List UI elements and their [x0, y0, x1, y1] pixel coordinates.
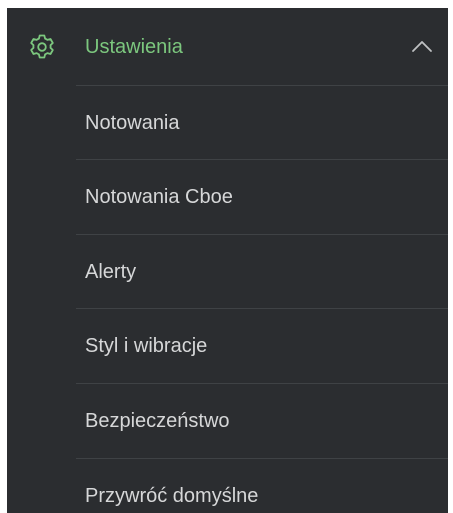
menu-item-label: Alerty — [85, 261, 137, 283]
settings-menu-panel: Ustawienia Notowania Notowania Cboe Aler… — [7, 8, 448, 513]
menu-item-bezpieczenstwo[interactable]: Bezpieczeństwo — [7, 384, 448, 458]
settings-section-title: Ustawienia — [85, 36, 183, 58]
chevron-up-icon[interactable] — [411, 39, 433, 53]
menu-item-label: Bezpieczeństwo — [85, 410, 230, 432]
menu-item-label: Przywróć domyślne — [85, 485, 259, 507]
menu-item-label: Notowania — [85, 112, 180, 134]
menu-item-notowania[interactable]: Notowania — [7, 86, 448, 160]
menu-item-label: Styl i wibracje — [85, 335, 208, 357]
settings-section-header[interactable]: Ustawienia — [7, 8, 448, 86]
menu-item-styl-i-wibracje[interactable]: Styl i wibracje — [7, 309, 448, 383]
menu-item-label: Notowania Cboe — [85, 186, 233, 208]
gear-icon — [27, 32, 57, 62]
menu-item-przywroc-domyslne[interactable]: Przywróć domyślne — [7, 459, 448, 513]
menu-item-alerty[interactable]: Alerty — [7, 235, 448, 309]
menu-item-notowania-cboe[interactable]: Notowania Cboe — [7, 160, 448, 234]
